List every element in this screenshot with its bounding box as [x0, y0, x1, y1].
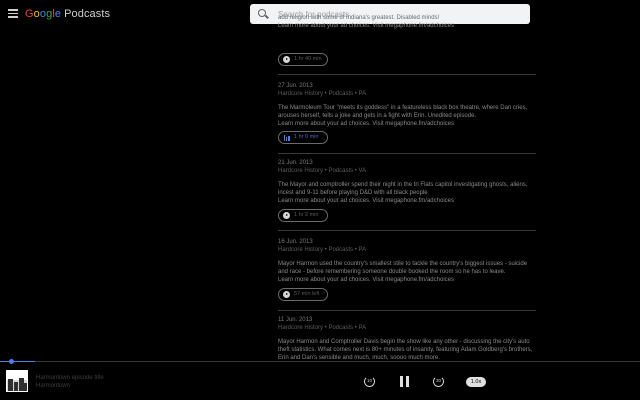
episode-podcast: Hardcore History • Podcasts • VA — [278, 168, 367, 174]
divider — [278, 310, 536, 311]
divider — [278, 153, 536, 154]
episode-date: 16 Jun. 2013 — [278, 239, 313, 245]
hamburger-menu-icon[interactable] — [8, 9, 18, 18]
play-icon — [283, 291, 290, 298]
episode-description: The Marmoleum Tour "meets its goddess" i… — [278, 105, 528, 119]
search-icon[interactable] — [258, 9, 266, 17]
progress-scrubber[interactable] — [8, 359, 14, 364]
episode-ad-note: Learn more about your ad choices. Visit … — [278, 277, 454, 283]
episode-artwork[interactable] — [6, 370, 28, 392]
episode-date: 11 Jun. 2013 — [278, 317, 313, 323]
play-episode-button[interactable]: 57 min left — [278, 288, 328, 301]
google-podcasts-logo[interactable]: Google Podcasts — [25, 8, 110, 20]
progress-fill — [0, 361, 36, 362]
list-item[interactable]: 27 Jun. 2013 Hardcore History • Podcasts… — [278, 82, 536, 128]
episode-description: Mayor Harmon and Comptroller Davis begin… — [278, 339, 533, 361]
episode-ad-note: Learn more about your ad choices. Visit … — [278, 121, 454, 127]
episode-description: add religion with some of Indiana's grea… — [278, 15, 440, 21]
list-item[interactable]: 16 Jun. 2013 Hardcore History • Podcasts… — [278, 238, 536, 284]
divider — [278, 74, 536, 75]
play-icon — [283, 212, 290, 219]
episode-podcast: Hardcore History • Podcasts • PA — [278, 91, 367, 97]
episode-podcast: Hardcore History • Podcasts • PA — [278, 247, 367, 253]
list-item: add religion with some of Indiana's grea… — [278, 14, 536, 30]
playback-speed-button[interactable]: 1.0x — [466, 377, 486, 387]
list-item[interactable]: 11 Jun. 2013 Hardcore History • Podcasts… — [278, 316, 536, 362]
pause-button[interactable] — [400, 376, 409, 387]
play-episode-button[interactable]: 1 hr 2 min — [278, 209, 328, 222]
episode-description: The Mayor and comptroller spend their ni… — [278, 182, 528, 196]
play-icon — [283, 56, 290, 63]
episode-podcast: Hardcore History • Podcasts • PA — [278, 325, 367, 331]
equalizer-icon — [284, 135, 290, 141]
play-episode-button[interactable]: 1 hr 40 min — [278, 53, 328, 66]
list-item[interactable]: 21 Jun. 2013 Hardcore History • Podcasts… — [278, 159, 536, 205]
episode-date: 21 Jun. 2013 — [278, 160, 313, 166]
episode-ad-note: Learn more about your ad choices. Visit … — [278, 23, 454, 29]
progress-track[interactable] — [0, 361, 640, 362]
forward-30-button[interactable]: 30 — [433, 376, 444, 387]
episode-description: Mayor Harmon used the country's smallest… — [278, 261, 528, 275]
episode-date: 27 Jun. 2013 — [278, 83, 313, 89]
pause-episode-button[interactable]: 1 hr 0 min — [278, 131, 328, 144]
divider — [278, 230, 536, 231]
rewind-10-button[interactable]: 10 — [364, 376, 375, 387]
episode-ad-note: Learn more about your ad choices. Visit … — [278, 198, 454, 204]
now-playing-podcast: Harmontown — [36, 383, 71, 389]
now-playing-title: Harmontown episode title — [36, 375, 104, 381]
